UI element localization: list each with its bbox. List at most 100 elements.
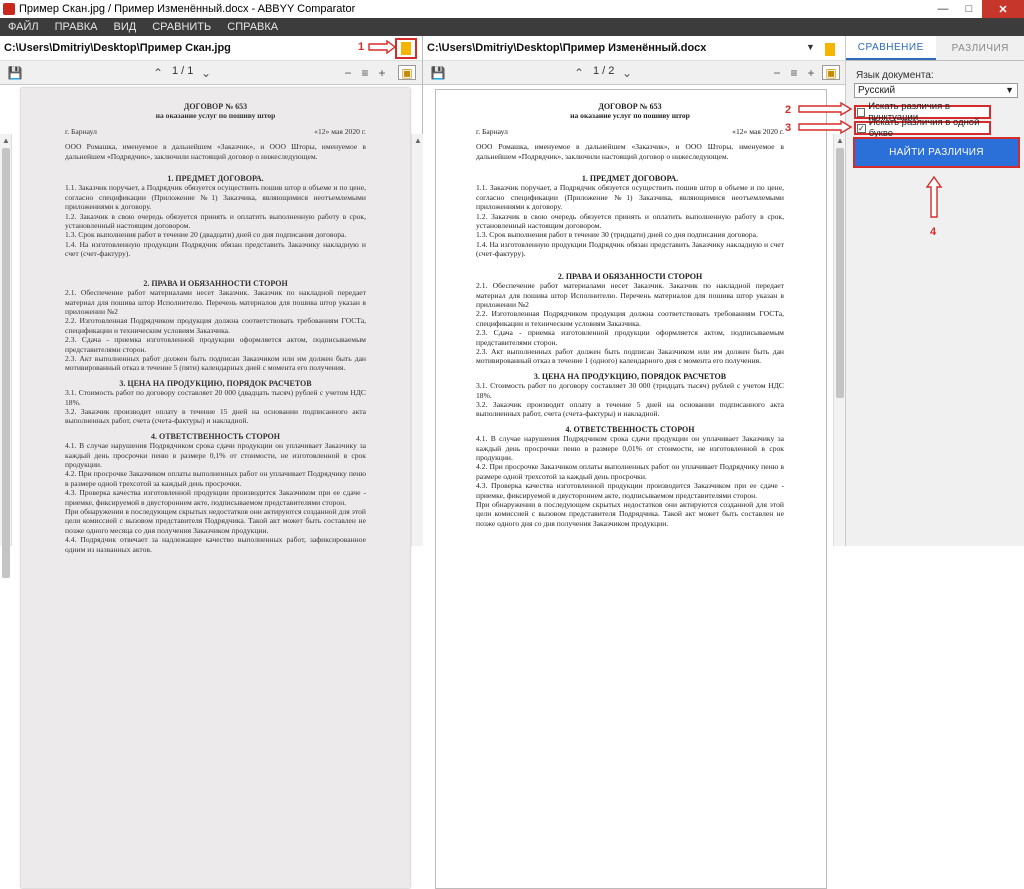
doc-date: «12» мая 2020 г. [732, 127, 784, 136]
right-scroll-thumb[interactable] [836, 148, 844, 398]
right-file-path: C:\Users\Dmitriy\Desktop\Пример Изменённ… [423, 42, 706, 54]
tab-differences[interactable]: РАЗЛИЧИЯ [936, 36, 1024, 60]
left-fit-width-icon[interactable]: ≡ [358, 65, 372, 80]
doc-paragraph: 4.1. В случае нарушения Подрядчиком срок… [65, 441, 366, 469]
right-docx-page: ДОГОВОР № 653 на оказание услуг по пошив… [435, 89, 827, 889]
doc-paragraph: 3.1. Стоимость работ по договору составл… [65, 388, 366, 407]
doc-paragraph: 4.2. При просрочке Заказчиком оплаты вып… [65, 469, 366, 488]
doc-paragraph: 2.2. Изготовленная Подрядчиком продукция… [65, 316, 366, 335]
right-next-page-icon[interactable]: ⌄ [621, 65, 633, 80]
left-prev-page-icon[interactable]: ⌃ [152, 65, 164, 80]
annotation-number: 2 [785, 104, 791, 116]
left-inner-scrollbar[interactable]: ▲ [411, 134, 423, 546]
annotation-number: 3 [785, 122, 791, 134]
doc-intro: ООО Ромашка, именуемое в дальнейшем «Зак… [476, 142, 784, 161]
left-scrollbar[interactable]: ▲ [0, 134, 12, 546]
section-heading: 1. ПРЕДМЕТ ДОГОВОРА. [476, 174, 784, 183]
doc-paragraph: 2.3. Сдача - приемка изготовленной проду… [65, 335, 366, 354]
app-logo-icon [3, 3, 15, 15]
left-scanned-page: ДОГОВОР № 653 на оказание услуг по пошив… [21, 88, 410, 888]
doc-paragraph: 1.1. Заказчик поручает, а Подрядчик обяз… [476, 183, 784, 211]
menu-bar: ФАЙЛ ПРАВКА ВИД СРАВНИТЬ СПРАВКА [0, 18, 1024, 36]
menu-help[interactable]: СПРАВКА [219, 21, 286, 33]
section-heading: 2. ПРАВА И ОБЯЗАННОСТИ СТОРОН [65, 279, 366, 288]
doc-paragraph: 3.2. Заказчик производит оплату в течени… [476, 400, 784, 419]
checkbox-checked-icon: ✓ [857, 124, 866, 133]
section-heading: 3. ЦЕНА НА ПРОДУКЦИЮ, ПОРЯДОК РАСЧЕТОВ [65, 379, 366, 388]
doc-paragraph: 4.2. При просрочке Заказчиком оплаты вып… [476, 462, 784, 481]
maximize-icon[interactable]: □ [956, 0, 982, 18]
right-zoom-in-icon[interactable]: + [805, 65, 817, 80]
window-title: Пример Скан.jpg / Пример Изменённый.docx… [19, 3, 355, 15]
right-toolbar: 💾 ⌃ 1 / 2 ⌄ − ≡ + ▣ [423, 61, 845, 85]
doc-subtitle: на оказание услуг по пошиву штор [65, 111, 366, 120]
doc-city: г. Барнаул [476, 127, 508, 136]
single-letter-checkbox[interactable]: ✓ Искать различия в одной букве [854, 121, 991, 135]
annotation-number: 4 [930, 226, 936, 238]
section-heading: 1. ПРЕДМЕТ ДОГОВОРА. [65, 174, 366, 183]
right-open-file-button[interactable] [821, 40, 839, 58]
find-differences-button[interactable]: НАЙТИ РАЗЛИЧИЯ [853, 137, 1020, 168]
doc-subtitle: на оказание услуг по пошиву штор [476, 111, 784, 120]
section-heading: 2. ПРАВА И ОБЯЗАННОСТИ СТОРОН [476, 272, 784, 281]
doc-title: ДОГОВОР № 653 [65, 102, 366, 111]
right-save-icon[interactable]: 💾 [431, 65, 445, 80]
left-next-page-icon[interactable]: ⌄ [200, 65, 212, 80]
doc-paragraph: 1.2. Заказчик в свою очередь обязуется п… [476, 212, 784, 231]
doc-paragraph: 3.2. Заказчик производит оплату в течени… [65, 407, 366, 426]
language-select[interactable]: Русский ▼ [854, 83, 1018, 98]
right-sync-scroll-icon[interactable]: ▣ [822, 65, 840, 80]
doc-paragraph: При обнаружении в последующем скрытых не… [65, 507, 366, 535]
section-heading: 4. ОТВЕТСТВЕННОСТЬ СТОРОН [476, 425, 784, 434]
section-heading: 3. ЦЕНА НА ПРОДУКЦИЮ, ПОРЯДОК РАСЧЕТОВ [476, 372, 784, 381]
left-sync-scroll-icon[interactable]: ▣ [398, 65, 416, 80]
right-document-view[interactable]: ДОГОВОР № 653 на оказание услуг по пошив… [423, 85, 845, 546]
annotation-arrow-3 [797, 120, 853, 134]
menu-compare[interactable]: СРАВНИТЬ [144, 21, 219, 33]
folder-icon [825, 43, 835, 56]
doc-paragraph: 2.3. Акт выполненных работ должен быть п… [476, 347, 784, 366]
right-scrollbar[interactable]: ▲ [833, 134, 845, 546]
right-zoom-out-icon[interactable]: − [771, 65, 783, 80]
doc-paragraph: 2.1. Обеспечение работ материалами несет… [65, 288, 366, 316]
chevron-down-icon: ▼ [1005, 85, 1014, 95]
right-fit-width-icon[interactable]: ≡ [787, 65, 801, 80]
left-document-view[interactable]: ▲ ДОГОВОР № 653 на оказание услуг по пош… [0, 85, 422, 546]
doc-paragraph: 4.1. В случае нарушения Подрядчиком срок… [476, 434, 784, 462]
language-label: Язык документа: [856, 70, 934, 81]
doc-paragraph: 4.4. Подрядчик отвечает за надлежащее ка… [65, 535, 366, 554]
left-toolbar: 💾 ⌃ 1 / 1 ⌄ − ≡ + ▣ [0, 61, 422, 85]
doc-city: г. Барнаул [65, 127, 97, 136]
left-scroll-thumb[interactable] [2, 148, 10, 578]
menu-view[interactable]: ВИД [106, 21, 145, 33]
doc-paragraph: 2.3. Сдача - приемка изготовленной проду… [476, 328, 784, 347]
doc-paragraph: 1.2. Заказчик в свою очередь обязуется п… [65, 212, 366, 231]
doc-paragraph: При обнаружении в последующем скрытых не… [476, 500, 784, 528]
left-document-pane: C:\Users\Dmitriy\Desktop\Пример Скан.jpg… [0, 36, 423, 546]
tab-compare[interactable]: СРАВНЕНИЕ [846, 36, 936, 60]
left-save-icon[interactable]: 💾 [8, 65, 22, 80]
left-zoom-out-icon[interactable]: − [342, 65, 354, 80]
right-prev-page-icon[interactable]: ⌃ [573, 65, 585, 80]
minimize-icon[interactable]: — [930, 0, 956, 18]
doc-paragraph: 1.4. На изготовленную продукции Подрядчи… [65, 240, 366, 259]
checkbox-unchecked-icon [857, 108, 865, 117]
window-controls: — □ ✕ [930, 0, 1024, 18]
panel-tabs: СРАВНЕНИЕ РАЗЛИЧИЯ [846, 36, 1024, 61]
left-open-file-button[interactable] [395, 38, 417, 59]
doc-paragraph: 2.2. Изготовленная Подрядчиком продукция… [476, 309, 784, 328]
compare-settings-panel: СРАВНЕНИЕ РАЗЛИЧИЯ Язык документа: Русск… [845, 36, 1024, 546]
menu-file[interactable]: ФАЙЛ [0, 21, 47, 33]
doc-paragraph: 1.3. Срок выполнения работ в течение 20 … [65, 230, 366, 239]
left-scroll-up-icon[interactable]: ▲ [0, 134, 12, 146]
left-file-path: C:\Users\Dmitriy\Desktop\Пример Скан.jpg [0, 42, 231, 54]
menu-edit[interactable]: ПРАВКА [47, 21, 106, 33]
close-icon[interactable]: ✕ [982, 0, 1024, 18]
annotation-arrow-4 [926, 175, 942, 219]
right-document-pane: C:\Users\Dmitriy\Desktop\Пример Изменённ… [423, 36, 845, 546]
left-zoom-in-icon[interactable]: + [376, 65, 388, 80]
doc-paragraph: 3.1. Стоимость работ по договору составл… [476, 381, 784, 400]
doc-intro: ООО Ромашка, именуемое в дальнейшем «Зак… [65, 142, 366, 161]
annotation-arrow-1 [367, 40, 397, 54]
right-path-dropdown-icon[interactable]: ▼ [806, 42, 815, 52]
